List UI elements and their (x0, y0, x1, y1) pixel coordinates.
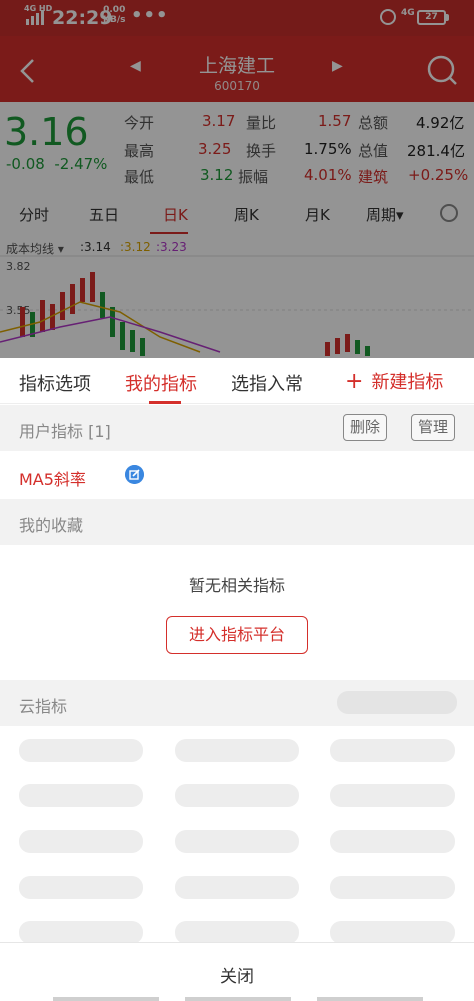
section-title: 用户指标 [1] (19, 422, 111, 441)
loading-placeholder (175, 830, 299, 853)
loading-placeholder (19, 739, 143, 762)
nav-hint (53, 997, 159, 1001)
active-tab-indicator (149, 401, 181, 404)
loading-placeholder (330, 876, 455, 899)
new-indicator-label: 新建指标 (371, 372, 444, 393)
section-title: 云指标 (19, 697, 68, 716)
loading-placeholder (330, 921, 455, 944)
modal-overlay[interactable] (0, 0, 474, 358)
enter-platform-button[interactable]: 进入指标平台 (166, 616, 308, 654)
manage-button[interactable]: 管理 (411, 414, 456, 441)
cloud-indicators-section: 云指标 (0, 680, 474, 726)
delete-button[interactable]: 删除 (343, 414, 388, 441)
loading-placeholder (19, 921, 143, 944)
loading-placeholder (19, 876, 143, 899)
loading-placeholder (19, 784, 143, 807)
loading-placeholder (330, 830, 455, 853)
plus-icon: + (345, 369, 364, 394)
loading-placeholder (175, 784, 299, 807)
indicator-sheet: 指标选项 我的指标 选指入常 + 新建指标 用户指标 [1] 删除 管理 MA5斜… (0, 358, 474, 1001)
close-button[interactable]: 关闭 (0, 962, 474, 987)
indicator-item[interactable]: MA5斜率 (0, 451, 474, 497)
section-title: 我的收藏 (19, 516, 84, 535)
loading-placeholder (330, 784, 455, 807)
nav-hint (317, 997, 423, 1001)
empty-state-text: 暂无相关指标 (188, 576, 285, 595)
tab-select-indicators[interactable]: 选指入常 (231, 370, 303, 396)
close-bar[interactable]: 关闭 (0, 942, 474, 1001)
edit-icon[interactable] (125, 465, 144, 484)
loading-placeholder (175, 921, 299, 944)
indicator-name: MA5斜率 (19, 470, 86, 489)
sheet-tabs: 指标选项 我的指标 选指入常 + 新建指标 (0, 358, 474, 404)
loading-placeholder (19, 830, 143, 853)
loading-placeholder (330, 739, 455, 762)
favorites-section: 我的收藏 (0, 499, 474, 545)
tab-my-indicators[interactable]: 我的指标 (125, 370, 197, 396)
loading-placeholder (337, 691, 457, 714)
nav-hint (185, 997, 291, 1001)
tab-indicator-options[interactable]: 指标选项 (19, 370, 91, 396)
loading-placeholder (175, 739, 299, 762)
new-indicator-button[interactable]: + 新建指标 (345, 368, 443, 394)
loading-placeholder (175, 876, 299, 899)
user-indicators-section: 用户指标 [1] 删除 管理 (0, 405, 474, 451)
